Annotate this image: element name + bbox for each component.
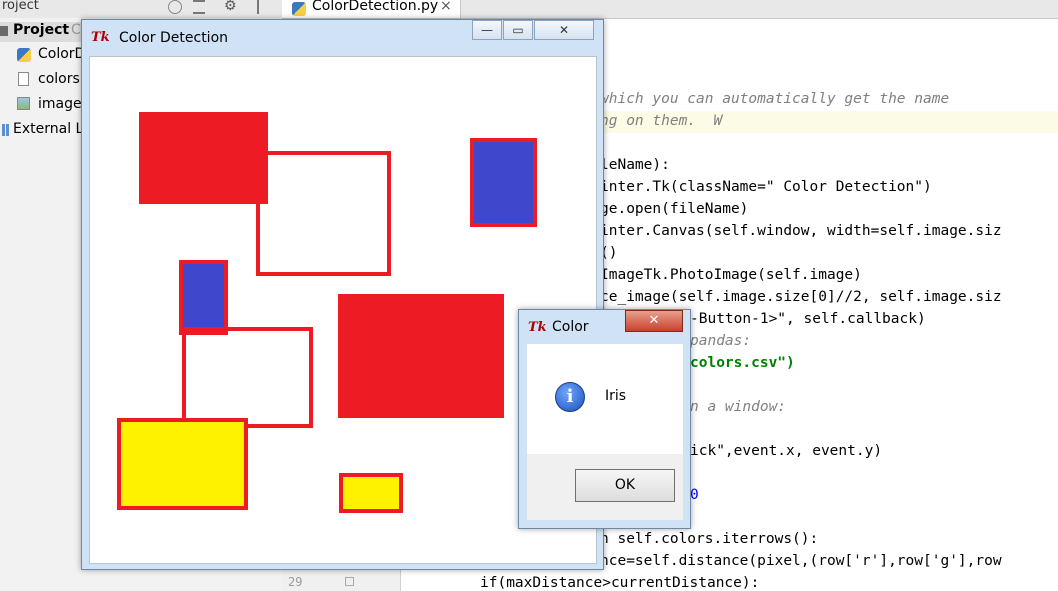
editor-tab[interactable]: ColorDetection.py × [282,0,461,18]
dialog-title: Color [552,319,589,335]
code-line: nce=self.distance(pixel,(row['r'],row['g… [600,553,1002,569]
project-dropdown[interactable]: roject [2,0,39,13]
blue-rectangle [470,138,537,227]
yellow-rectangle [339,473,403,513]
code-line: leName): [600,157,670,173]
line-number: 29 [288,575,303,589]
code-line: ge.open(fileName) [600,201,749,217]
code-line: which you can automatically get the name [600,91,950,107]
dialog-message: Iris [605,388,627,404]
gear-icon[interactable]: ⚙ [224,0,237,14]
hide-icon[interactable] [257,0,267,14]
window-title: Color Detection [119,30,229,46]
yellow-rectangle [117,418,248,510]
code-line: -Button-1>", self.callback) [690,311,926,327]
target-icon[interactable] [168,0,182,14]
image-file-icon [17,97,30,110]
code-line: colors.csv") [690,355,795,371]
minimize-button[interactable]: — [472,20,502,40]
maximize-icon: ▭ [512,23,524,37]
code-line: ng on them. W [600,113,723,129]
maximize-button[interactable]: ▭ [503,20,533,40]
red-rectangle [338,294,504,418]
code-line: 0 [690,487,699,503]
code-line: ce_image(self.image.size[0]//2, self.ima… [600,289,1002,305]
dialog-body: i Iris OK [527,344,683,520]
tk-logo-icon: Tk [528,320,547,335]
library-icon [2,124,5,136]
code-line: pandas: [690,333,752,349]
close-icon: ✕ [648,313,660,328]
red-rectangle [139,112,268,204]
code-line: if(maxDistance>currentDistance): [480,575,760,591]
code-line: n a window: [690,399,787,415]
code-line: inter.Canvas(self.window, width=self.ima… [600,223,1002,239]
project-header-suffix: C [71,22,81,38]
tree-item-colordetection[interactable]: ColorD [38,46,85,62]
close-icon[interactable]: × [440,0,452,14]
red-outline-rectangle [182,327,313,428]
color-dialog: Tk Color ✕ i Iris OK [518,309,691,529]
tree-item-image[interactable]: image [38,96,82,112]
code-line: n self.colors.iterrows(): [600,531,819,547]
code-line: inter.Tk(className=" Color Detection") [600,179,932,195]
code-line: ick",event.x, event.y) [690,443,883,459]
tree-item-colors[interactable]: colors. [38,71,84,87]
window-close-button[interactable]: ✕ [534,20,594,40]
dialog-button-area: OK [527,454,683,520]
python-file-icon [292,2,306,16]
dialog-close-button[interactable]: ✕ [625,310,683,332]
editor-tab-label: ColorDetection.py [312,0,439,14]
python-file-icon [17,48,31,62]
tree-item-external-libraries[interactable]: External Li [13,121,87,137]
project-header-label: Project [13,22,70,38]
close-icon: ✕ [558,23,570,37]
minimize-icon: — [481,23,493,37]
ok-button[interactable]: OK [575,469,675,502]
project-panel-icon [0,26,8,36]
code-line: ImageTk.PhotoImage(self.image) [600,267,862,283]
ide-toolbar [0,0,1058,19]
collapse-icon[interactable] [193,0,205,14]
blue-rectangle [179,260,228,335]
info-icon: i [555,382,585,412]
fold-icon[interactable] [345,577,354,586]
tk-logo-icon: Tk [91,30,110,45]
csv-file-icon [18,72,29,86]
red-outline-rectangle [256,151,391,276]
